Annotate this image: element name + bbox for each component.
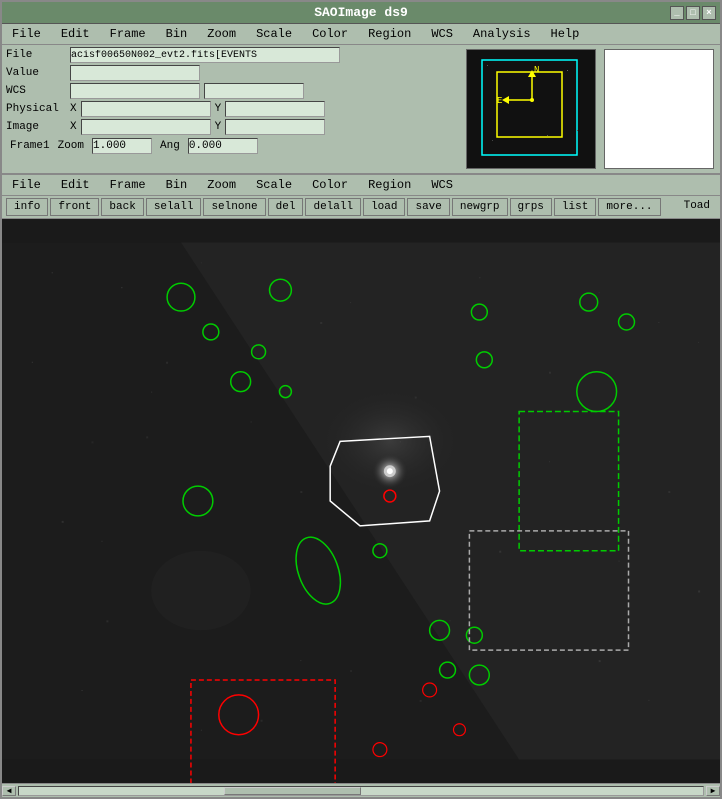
front-button[interactable]: front bbox=[50, 198, 99, 216]
value-label: Value bbox=[6, 67, 66, 79]
wcs-label: WCS bbox=[6, 85, 66, 97]
info-button[interactable]: info bbox=[6, 198, 48, 216]
menu-file-2[interactable]: File bbox=[6, 177, 47, 193]
newgrp-button[interactable]: newgrp bbox=[452, 198, 508, 216]
zoom-input[interactable] bbox=[92, 138, 152, 154]
wcs-input-2[interactable] bbox=[204, 83, 304, 99]
menu-bin-1[interactable]: Bin bbox=[160, 26, 194, 42]
svg-text:E: E bbox=[497, 96, 502, 106]
scroll-left-button[interactable]: ◀ bbox=[2, 786, 16, 796]
toad-label: Toad bbox=[678, 198, 716, 216]
maximize-button[interactable]: □ bbox=[686, 6, 700, 20]
menu-color-2[interactable]: Color bbox=[306, 177, 354, 193]
scroll-right-button[interactable]: ▶ bbox=[706, 786, 720, 796]
menu-edit-1[interactable]: Edit bbox=[55, 26, 96, 42]
delall-button[interactable]: delall bbox=[305, 198, 361, 216]
wcs-row: WCS bbox=[6, 83, 460, 99]
menu-frame-1[interactable]: Frame bbox=[104, 26, 152, 42]
compass-box: N E bbox=[466, 49, 596, 169]
menu-region-1[interactable]: Region bbox=[362, 26, 417, 42]
menu-file-1[interactable]: File bbox=[6, 26, 47, 42]
back-button[interactable]: back bbox=[101, 198, 143, 216]
selall-button[interactable]: selall bbox=[146, 198, 202, 216]
del-button[interactable]: del bbox=[268, 198, 304, 216]
physical-x-label: X bbox=[70, 103, 77, 115]
main-window: SAOImage ds9 _ □ × File Edit Frame Bin Z… bbox=[0, 0, 722, 799]
save-button[interactable]: save bbox=[407, 198, 449, 216]
frame-zoom-row: Frame1 Zoom Ang bbox=[6, 137, 460, 155]
menu-wcs-1[interactable]: WCS bbox=[425, 26, 459, 42]
menu-color-1[interactable]: Color bbox=[306, 26, 354, 42]
menu-scale-1[interactable]: Scale bbox=[250, 26, 298, 42]
main-canvas[interactable] bbox=[2, 219, 720, 783]
physical-label: Physical bbox=[6, 103, 66, 115]
zoom-label: Zoom bbox=[58, 140, 84, 152]
svg-text:N: N bbox=[534, 65, 539, 75]
physical-y-label: Y bbox=[215, 103, 222, 115]
ang-label: Ang bbox=[160, 140, 180, 152]
menu-zoom-2[interactable]: Zoom bbox=[201, 177, 242, 193]
selnone-button[interactable]: selnone bbox=[203, 198, 265, 216]
preview-box bbox=[604, 49, 714, 169]
horizontal-scrollbar[interactable]: ◀ ▶ bbox=[2, 783, 720, 797]
menu-wcs-2[interactable]: WCS bbox=[425, 177, 459, 193]
list-button[interactable]: list bbox=[554, 198, 596, 216]
title-bar: SAOImage ds9 _ □ × bbox=[2, 2, 720, 24]
close-button[interactable]: × bbox=[702, 6, 716, 20]
value-input[interactable] bbox=[70, 65, 200, 81]
menu-zoom-1[interactable]: Zoom bbox=[201, 26, 242, 42]
physical-row: Physical X Y bbox=[6, 101, 460, 117]
physical-x-input[interactable] bbox=[81, 101, 211, 117]
menu-scale-2[interactable]: Scale bbox=[250, 177, 298, 193]
frame-label: Frame1 bbox=[10, 140, 50, 152]
physical-y-input[interactable] bbox=[225, 101, 325, 117]
menu-edit-2[interactable]: Edit bbox=[55, 177, 96, 193]
menu-bar-2: File Edit Frame Bin Zoom Scale Color Reg… bbox=[2, 174, 720, 196]
region-toolbar: info front back selall selnone del delal… bbox=[2, 196, 720, 219]
ang-input[interactable] bbox=[188, 138, 258, 154]
image-x-label: X bbox=[70, 121, 77, 133]
image-x-input[interactable] bbox=[81, 119, 211, 135]
wcs-input-1[interactable] bbox=[70, 83, 200, 99]
file-row: File bbox=[6, 47, 460, 63]
minimize-button[interactable]: _ bbox=[670, 6, 684, 20]
menu-region-2[interactable]: Region bbox=[362, 177, 417, 193]
grps-button[interactable]: grps bbox=[510, 198, 552, 216]
more-button[interactable]: more... bbox=[598, 198, 660, 216]
window-title: SAOImage ds9 bbox=[314, 5, 408, 20]
file-label: File bbox=[6, 49, 66, 61]
menu-help-1[interactable]: Help bbox=[545, 26, 586, 42]
menu-analysis-1[interactable]: Analysis bbox=[467, 26, 537, 42]
image-canvas bbox=[2, 219, 720, 783]
load-button[interactable]: load bbox=[363, 198, 405, 216]
scroll-track[interactable] bbox=[18, 786, 704, 796]
menu-frame-2[interactable]: Frame bbox=[104, 177, 152, 193]
image-label: Image bbox=[6, 121, 66, 133]
menu-bin-2[interactable]: Bin bbox=[160, 177, 194, 193]
image-y-label: Y bbox=[215, 121, 222, 133]
image-row: Image X Y bbox=[6, 119, 460, 135]
value-row: Value bbox=[6, 65, 460, 81]
info-panel: File Value WCS Physical X Y bbox=[2, 45, 720, 174]
menu-bar-1: File Edit Frame Bin Zoom Scale Color Reg… bbox=[2, 24, 720, 45]
file-value-input[interactable] bbox=[70, 47, 340, 63]
image-y-input[interactable] bbox=[225, 119, 325, 135]
scroll-thumb[interactable] bbox=[224, 787, 361, 795]
